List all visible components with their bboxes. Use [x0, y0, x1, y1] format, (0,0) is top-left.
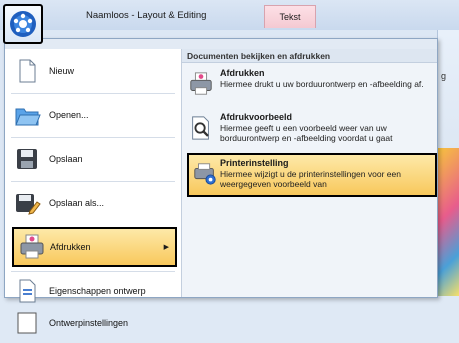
- menu-item-ontwerpinstellingen[interactable]: Ontwerpinstellingen: [5, 303, 181, 343]
- menu-item-label: Ontwerpinstellingen: [49, 318, 129, 328]
- submenu-item-title: Printerinstelling: [220, 158, 289, 168]
- title-bar: Naamloos - Layout & Editing Tekst: [0, 0, 459, 31]
- submenu-item-description: Hiermee wijzigt u de printerinstellingen…: [220, 169, 401, 189]
- printer-settings-icon: [194, 163, 216, 185]
- menu-item-label: Eigenschappen ontwerp: [49, 286, 146, 296]
- menu-item-label: Nieuw: [49, 66, 75, 76]
- print-preview-icon: [192, 116, 209, 140]
- design-settings-icon: [17, 312, 37, 334]
- menu-item-label: Afdrukken: [50, 242, 91, 252]
- design-canvas-preview: [437, 148, 459, 296]
- menu-command-list: Nieuw Openen... Opslaan Opslaan als... A…: [5, 49, 182, 334]
- save-icon: [17, 149, 37, 169]
- submenu-item-title: Afdrukken: [220, 68, 265, 78]
- submenu-arrow-icon: ▶: [163, 244, 169, 251]
- submenu-item-description: Hiermee drukt u uw borduurontwerp en -af…: [220, 79, 424, 89]
- submenu-item-title: Afdrukvoorbeeld: [220, 112, 293, 122]
- menu-item-label: Openen...: [49, 110, 89, 120]
- tab-tekst[interactable]: Tekst: [264, 5, 316, 28]
- menu-item-label: Opslaan: [49, 154, 83, 164]
- menu-separator: [11, 93, 175, 94]
- application-menu: Nieuw Openen... Opslaan Opslaan als... A…: [4, 38, 438, 334]
- menu-item-nieuw[interactable]: Nieuw: [5, 51, 181, 91]
- app-logo-icon: [10, 11, 36, 37]
- window-title: Naamloos - Layout & Editing: [86, 10, 207, 21]
- open-folder-icon: [15, 108, 41, 126]
- menu-item-openen[interactable]: Openen...: [5, 95, 181, 135]
- submenu-panel: Documenten bekijken en afdrukken Afdrukk…: [182, 49, 437, 297]
- submenu-item-afdrukken[interactable]: Afdrukken Hiermee drukt u uw borduurontw…: [182, 65, 437, 109]
- submenu-item-afdrukvoorbeeld[interactable]: Afdrukvoorbeeld Hiermee geeft u een voor…: [182, 109, 437, 153]
- print-icon: [20, 234, 44, 259]
- save-as-icon: [16, 194, 41, 215]
- submenu-header: Documenten bekijken en afdrukken: [182, 49, 437, 63]
- ribbon-side-label: g: [441, 71, 447, 81]
- application-menu-button[interactable]: [3, 4, 43, 44]
- menu-item-afdrukken[interactable]: Afdrukken ▶: [12, 227, 177, 267]
- menu-item-opslaan-als[interactable]: Opslaan als...: [5, 183, 181, 223]
- menu-separator: [11, 181, 175, 182]
- submenu-item-printerinstelling[interactable]: Printerinstelling Hiermee wijzigt u de p…: [187, 153, 437, 197]
- menu-separator: [11, 137, 175, 138]
- submenu-item-description: Hiermee geeft u een voorbeeld weer van u…: [220, 123, 393, 143]
- menu-item-label: Opslaan als...: [49, 198, 105, 208]
- new-document-icon: [19, 59, 36, 83]
- design-properties-icon: [19, 279, 36, 303]
- menu-item-opslaan[interactable]: Opslaan: [5, 139, 181, 179]
- print-icon: [190, 72, 212, 95]
